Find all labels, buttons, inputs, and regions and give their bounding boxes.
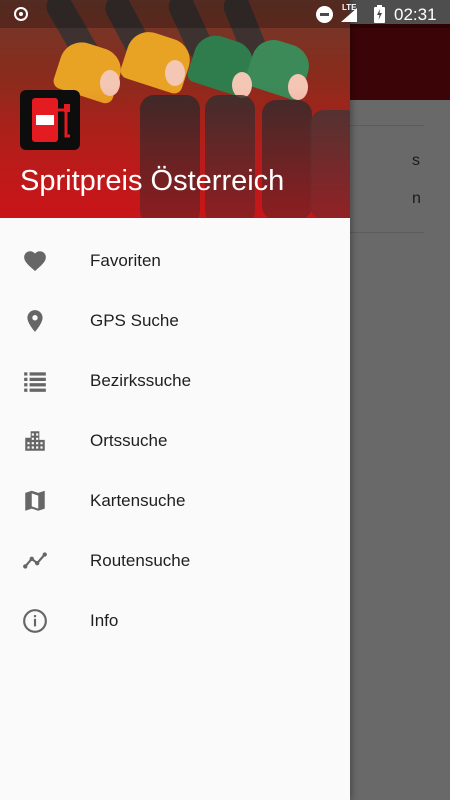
route-icon bbox=[22, 548, 48, 574]
city-icon bbox=[22, 428, 48, 454]
list-icon bbox=[22, 368, 48, 394]
menu-item-routensuche[interactable]: Routensuche bbox=[0, 530, 350, 590]
app-logo bbox=[20, 90, 80, 150]
signal-icon bbox=[341, 8, 357, 22]
location-pin-icon bbox=[22, 308, 48, 334]
sync-icon bbox=[14, 7, 28, 21]
menu-label: Routensuche bbox=[90, 551, 191, 570]
drawer-header: Spritpreis Österreich bbox=[0, 0, 350, 218]
menu-item-kartensuche[interactable]: Kartensuche bbox=[0, 470, 350, 530]
navigation-drawer: Spritpreis Österreich Favoriten GPS Such… bbox=[0, 0, 350, 800]
do-not-disturb-icon bbox=[316, 6, 333, 23]
menu-label: Info bbox=[90, 611, 119, 630]
heart-icon bbox=[22, 248, 48, 274]
menu-label: Kartensuche bbox=[90, 491, 186, 510]
menu-label: GPS Suche bbox=[90, 311, 179, 330]
menu-item-bezirkssuche[interactable]: Bezirkssuche bbox=[0, 350, 350, 410]
drawer-menu: Favoriten GPS Suche Bezirkssuche Ortssuc… bbox=[0, 230, 350, 650]
map-icon bbox=[22, 488, 48, 514]
menu-item-favoriten[interactable]: Favoriten bbox=[0, 230, 350, 290]
drawer-title: Spritpreis Österreich bbox=[20, 165, 285, 197]
menu-label: Bezirkssuche bbox=[90, 371, 192, 390]
menu-label: Ortssuche bbox=[90, 431, 168, 450]
menu-item-ortssuche[interactable]: Ortssuche bbox=[0, 410, 350, 470]
status-bar: LTE 02:31 bbox=[0, 0, 450, 28]
battery-charging-icon bbox=[374, 5, 385, 23]
menu-item-gps-suche[interactable]: GPS Suche bbox=[0, 290, 350, 350]
info-icon bbox=[22, 608, 48, 634]
menu-label: Favoriten bbox=[90, 251, 161, 270]
menu-item-info[interactable]: Info bbox=[0, 590, 350, 650]
clock: 02:31 bbox=[394, 5, 437, 24]
